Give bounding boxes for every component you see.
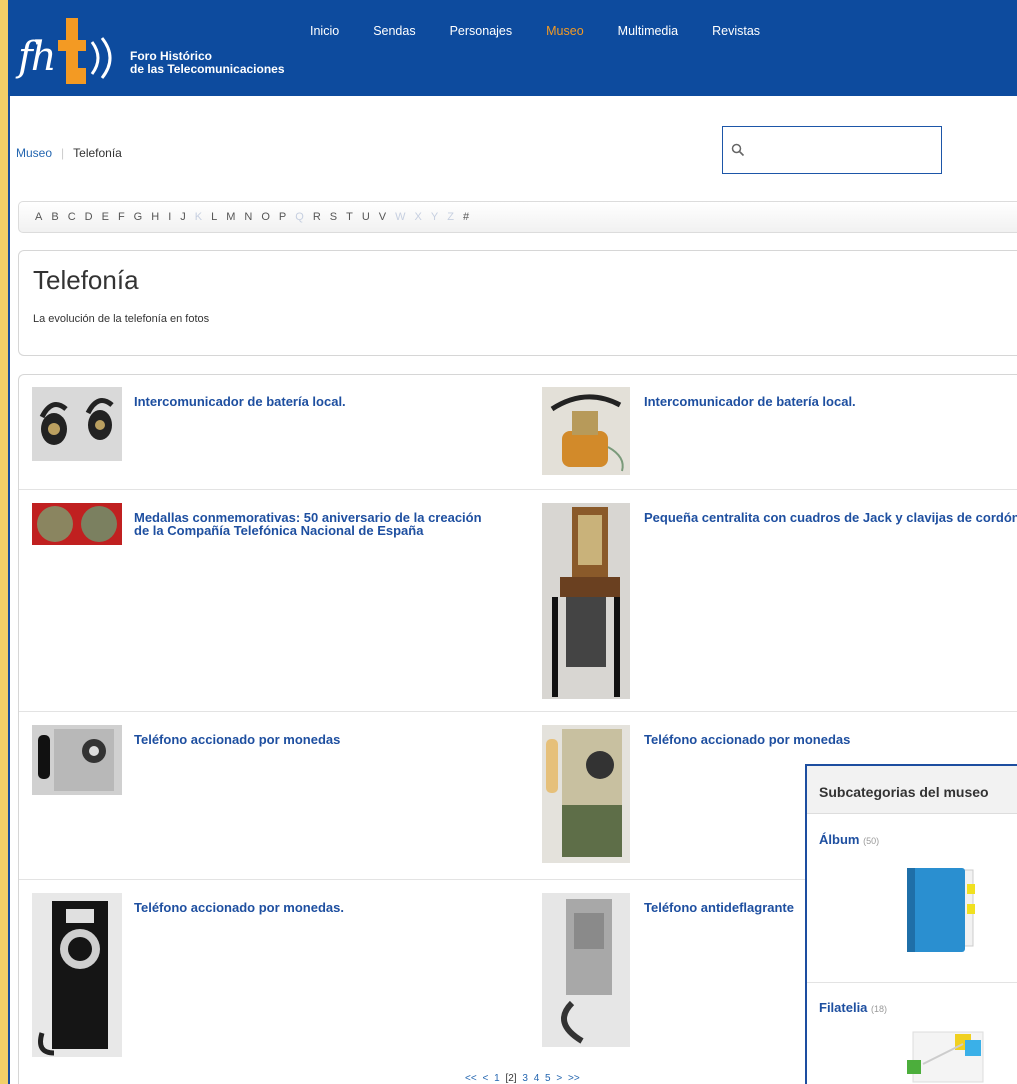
- nav-item-multimedia[interactable]: Multimedia: [618, 24, 678, 38]
- breadcrumb-museo-link[interactable]: Museo: [16, 146, 52, 160]
- item-title-link[interactable]: Pequeña centralita con cuadros de Jack y…: [644, 511, 1017, 524]
- alphabet-letter[interactable]: J: [180, 211, 186, 223]
- item-title-link[interactable]: Intercomunicador de batería local.: [134, 395, 504, 408]
- row-divider: [19, 489, 1017, 490]
- alphabet-letter[interactable]: R: [313, 211, 321, 223]
- alphabet-letter[interactable]: M: [226, 211, 235, 223]
- pagination: << < 1 [2] 3 4 5 > >>: [465, 1073, 583, 1084]
- list-item[interactable]: Intercomunicador de batería local.: [542, 387, 1017, 477]
- list-item[interactable]: Medallas conmemorativas: 50 aniversario …: [32, 503, 512, 703]
- alphabet-letter[interactable]: E: [102, 211, 109, 223]
- pager-next[interactable]: >: [556, 1073, 562, 1084]
- subcategory-count: (50): [863, 836, 880, 846]
- nav-item-sendas[interactable]: Sendas: [373, 24, 415, 38]
- alphabet-letter[interactable]: L: [211, 211, 217, 223]
- subcategories-heading: Subcategorias del museo: [807, 766, 1017, 814]
- search-box[interactable]: [722, 126, 942, 174]
- pager-page-current: [2]: [505, 1073, 517, 1084]
- list-item[interactable]: Intercomunicador de batería local.: [32, 387, 512, 477]
- alphabet-letter: W: [395, 211, 406, 223]
- breadcrumb-current: Telefonía: [73, 146, 122, 160]
- pager-page-1[interactable]: 1: [494, 1073, 500, 1084]
- item-thumbnail[interactable]: [32, 893, 122, 1057]
- item-thumbnail[interactable]: [32, 503, 122, 545]
- category-description: La evolución de la telefonía en fotos: [33, 313, 210, 325]
- alphabet-letter[interactable]: G: [134, 211, 143, 223]
- page-title: Telefonía: [33, 265, 139, 295]
- item-thumbnail[interactable]: [32, 387, 122, 461]
- subcategory-name[interactable]: Filatelia: [819, 1000, 867, 1015]
- alphabet-letter[interactable]: P: [279, 211, 286, 223]
- alphabet-letter: Y: [430, 211, 439, 223]
- pager-first[interactable]: <<: [465, 1073, 477, 1084]
- main-nav: Inicio Sendas Personajes Museo Multimedia Rev…: [310, 24, 794, 38]
- pager-page-3[interactable]: 3: [522, 1073, 528, 1084]
- nav-item-revistas[interactable]: Revistas: [712, 24, 760, 38]
- item-title-link[interactable]: Teléfono accionado por monedas: [134, 733, 504, 746]
- item-title-link[interactable]: Medallas conmemorativas: 50 aniversario …: [134, 511, 484, 537]
- alphabet-letter[interactable]: F: [118, 211, 125, 223]
- alphabet-letter[interactable]: O: [261, 211, 270, 223]
- list-item[interactable]: Teléfono accionado por monedas.: [32, 893, 512, 1063]
- alphabet-letter[interactable]: U: [362, 211, 370, 223]
- search-icon: [731, 143, 745, 157]
- pager-last[interactable]: >>: [568, 1073, 580, 1084]
- alphabet-letter[interactable]: B: [51, 211, 58, 223]
- nav-item-inicio[interactable]: Inicio: [310, 24, 339, 38]
- pager-page-5[interactable]: 5: [545, 1073, 551, 1084]
- alphabet-letter: K: [194, 211, 203, 223]
- item-thumbnail[interactable]: [542, 725, 630, 863]
- alphabet-letter[interactable]: C: [68, 211, 76, 223]
- list-item[interactable]: Teléfono accionado por monedas: [32, 725, 512, 855]
- album-icon[interactable]: [903, 864, 983, 956]
- alphabet-letter[interactable]: #: [463, 211, 469, 223]
- alphabet-letter[interactable]: N: [244, 211, 252, 223]
- alphabet-letter: X: [414, 211, 422, 223]
- item-thumbnail[interactable]: [542, 893, 630, 1047]
- logo-fh-mark: fh: [18, 34, 57, 80]
- subcategory-album-link[interactable]: Álbum (50): [819, 832, 879, 847]
- subcategory-filatelia-link[interactable]: Filatelia (18): [819, 1000, 887, 1015]
- logo-text: Foro Histórico de las Telecomunicaciones: [130, 50, 285, 76]
- pager-page-4[interactable]: 4: [534, 1073, 540, 1084]
- alphabet-letter[interactable]: I: [168, 211, 171, 223]
- subcategory-divider: [807, 982, 1017, 983]
- alphabet-letter[interactable]: D: [85, 211, 93, 223]
- logo-t-mark: [58, 18, 86, 84]
- category-header: Telefonía La evolución de la telefonía e…: [18, 250, 1017, 356]
- search-input[interactable]: [751, 137, 935, 165]
- subcategory-count: (18): [871, 1004, 888, 1014]
- subcategories-panel: Subcategorias del museo Álbum (50) Filat…: [805, 764, 1017, 1084]
- logo-text-line2: de las Telecomunicaciones: [130, 62, 285, 76]
- alphabet-filter-bar: A B C D E F G H I J K L M N O P Q R S T U V W X Y Z #: [18, 201, 1017, 233]
- item-thumbnail[interactable]: [542, 387, 630, 475]
- item-thumbnail[interactable]: [542, 503, 630, 699]
- row-divider: [19, 711, 1017, 712]
- alphabet-letter[interactable]: A: [35, 211, 42, 223]
- alphabet-letter: Q: [295, 211, 304, 223]
- list-item[interactable]: Pequeña centralita con cuadros de Jack y…: [542, 503, 1017, 703]
- site-header: fh Foro Histórico de las Telecomunicacio…: [8, 0, 1017, 96]
- item-thumbnail[interactable]: [32, 725, 122, 795]
- item-title-link[interactable]: Teléfono accionado por monedas.: [134, 901, 504, 914]
- filatelia-icon[interactable]: [903, 1028, 987, 1084]
- item-title-link[interactable]: Teléfono accionado por monedas: [644, 733, 1014, 746]
- breadcrumb-separator: |: [61, 146, 65, 160]
- item-title-link[interactable]: Intercomunicador de batería local.: [644, 395, 1014, 408]
- nav-item-personajes[interactable]: Personajes: [450, 24, 513, 38]
- alphabet-letter[interactable]: T: [346, 211, 353, 223]
- alphabet-letter[interactable]: S: [330, 211, 337, 223]
- alphabet-letter[interactable]: V: [379, 211, 386, 223]
- pager-prev[interactable]: <: [482, 1073, 488, 1084]
- logo-waves-icon: [90, 37, 112, 79]
- alphabet-letter[interactable]: H: [151, 211, 159, 223]
- subcategory-name[interactable]: Álbum: [819, 832, 859, 847]
- nav-item-museo[interactable]: Museo: [546, 24, 584, 38]
- site-logo[interactable]: fh Foro Histórico de las Telecomunicacio…: [18, 10, 318, 92]
- alphabet-letter: Z: [447, 211, 454, 223]
- breadcrumb: Museo | Telefonía: [16, 146, 122, 160]
